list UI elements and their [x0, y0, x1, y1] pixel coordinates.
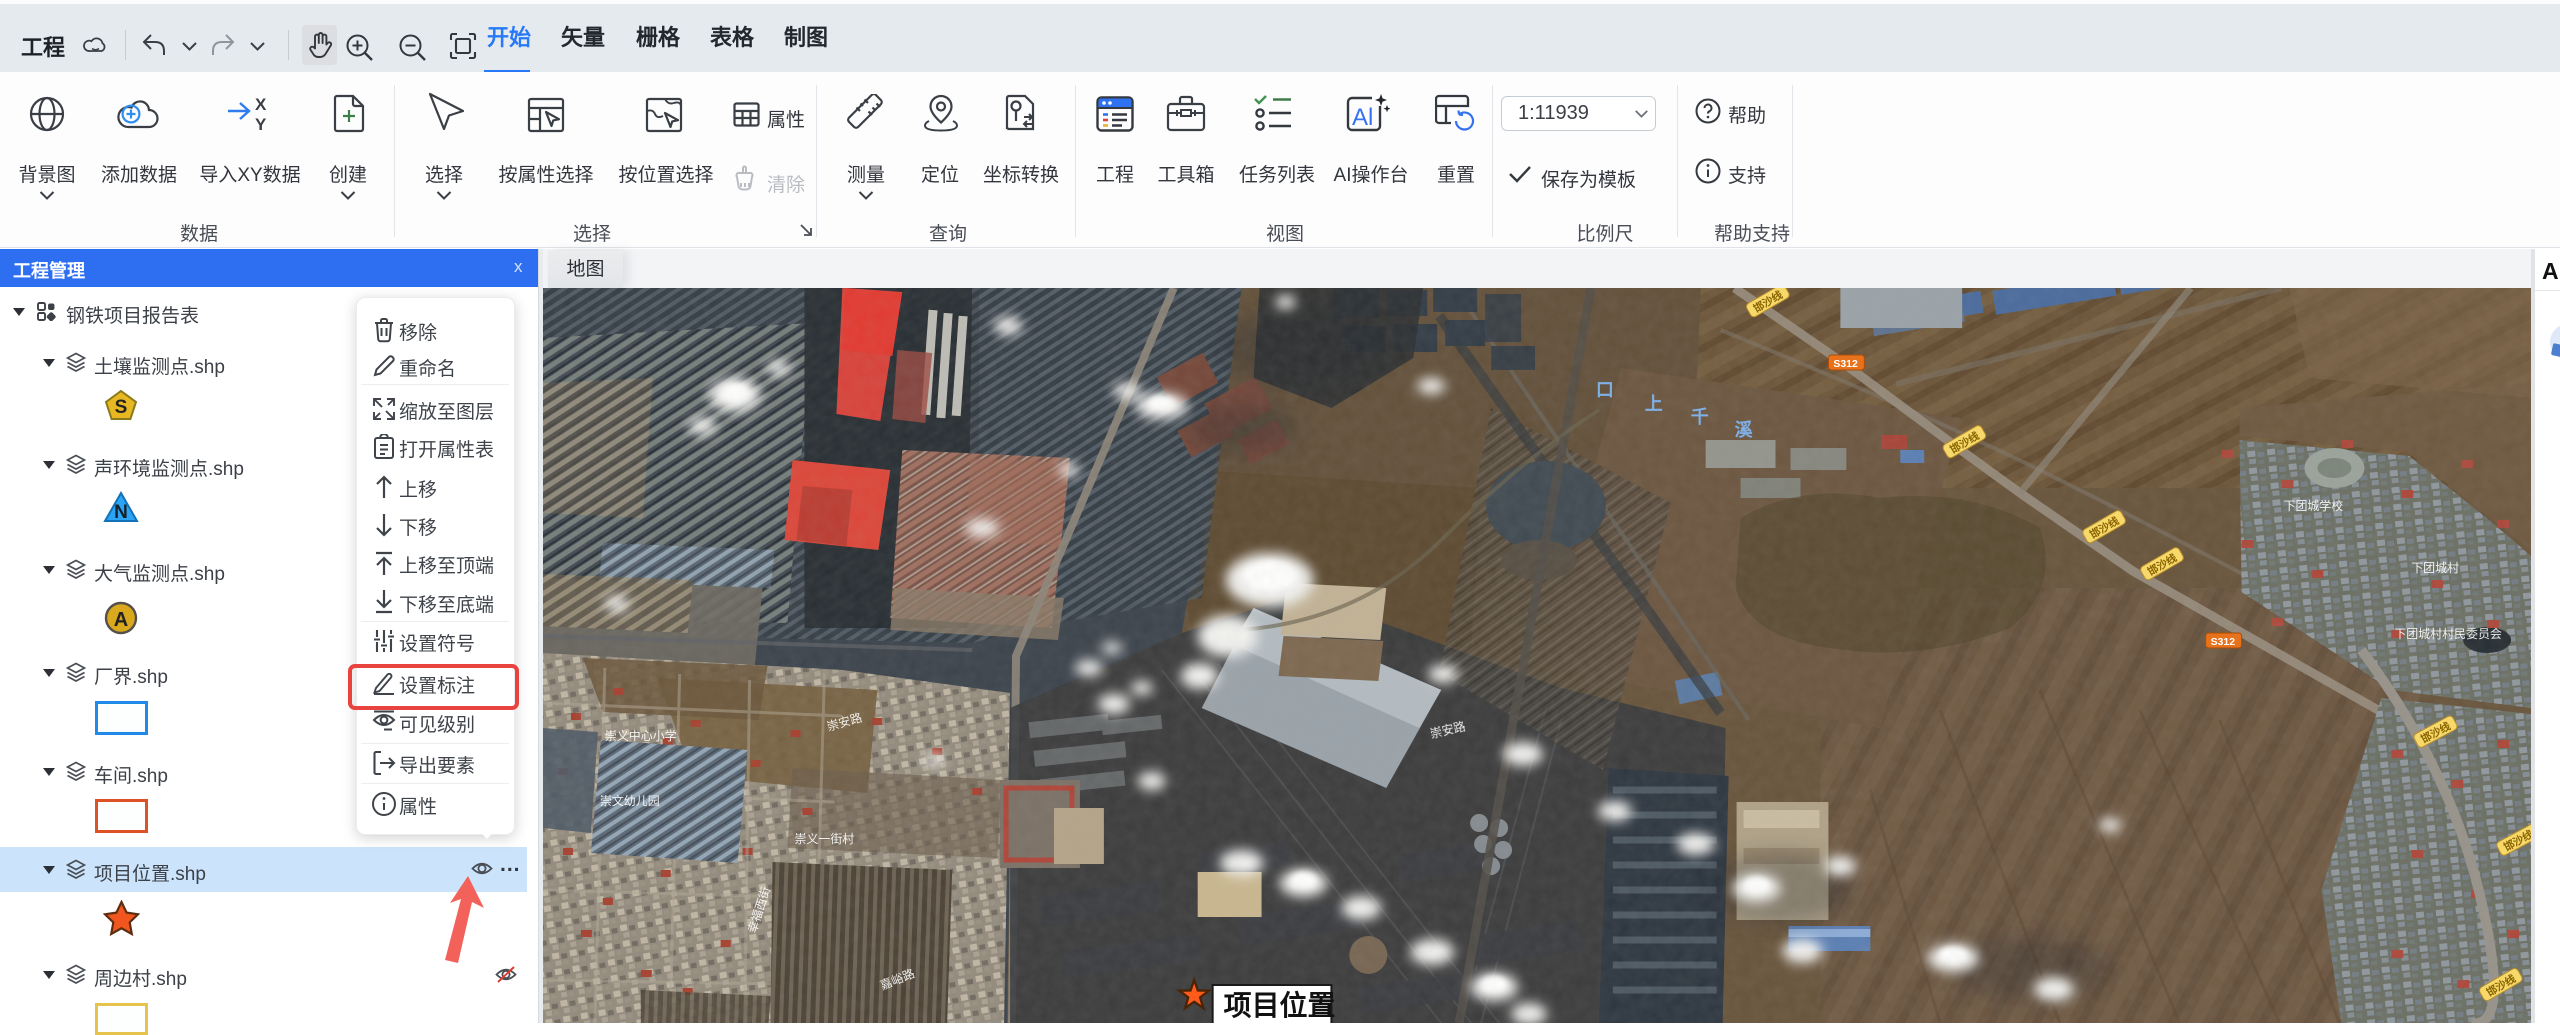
svg-text:下团城学校: 下团城学校 [2283, 498, 2343, 513]
svg-text:S: S [115, 397, 128, 418]
svg-text:下团城村村民委员会: 下团城村村民委员会 [2394, 627, 2502, 641]
svg-text:口: 口 [1596, 380, 1614, 400]
svg-text:Al: Al [1352, 104, 1373, 131]
svg-text:溪: 溪 [1735, 420, 1754, 440]
svg-text:S312: S312 [2211, 637, 2236, 648]
svg-text:上: 上 [1645, 394, 1663, 414]
svg-text:千: 千 [1691, 407, 1709, 427]
svg-text:X: X [255, 95, 267, 114]
svg-text:崇义一街村: 崇义一街村 [794, 832, 854, 846]
svg-text:项目位置: 项目位置 [1224, 989, 1336, 1021]
svg-text:崇义中心小学: 崇义中心小学 [605, 728, 677, 743]
svg-text:N: N [114, 502, 128, 523]
svg-text:Y: Y [255, 115, 267, 134]
svg-text:崇文幼儿园: 崇文幼儿园 [600, 793, 660, 808]
svg-text:下团城村: 下团城村 [2411, 561, 2459, 575]
svg-text:S312: S312 [1833, 359, 1858, 370]
svg-text:A: A [114, 609, 128, 631]
